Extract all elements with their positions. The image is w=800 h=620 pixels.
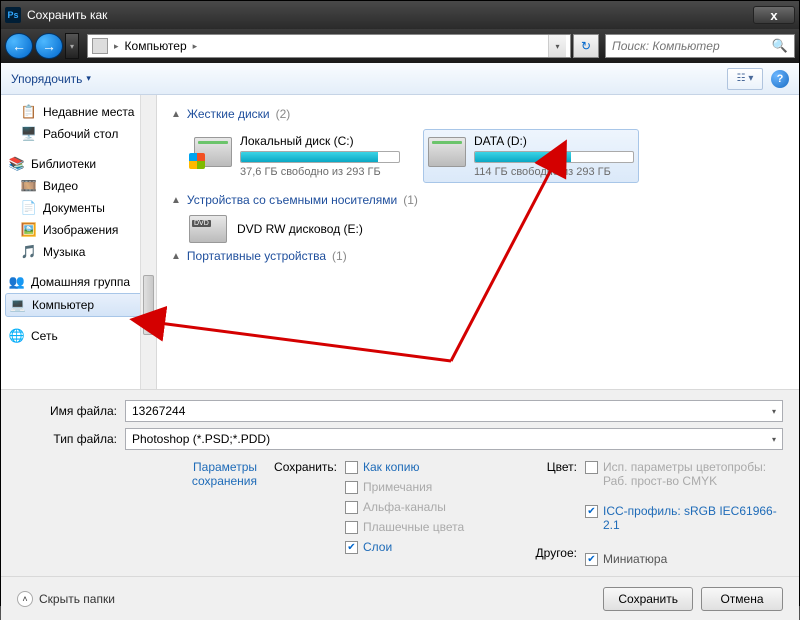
annotation-arrows bbox=[1, 1, 800, 607]
save-as-dialog: Ps Сохранить как x ← → ▾ ▸ Компьютер ▸ ▾… bbox=[0, 0, 800, 606]
